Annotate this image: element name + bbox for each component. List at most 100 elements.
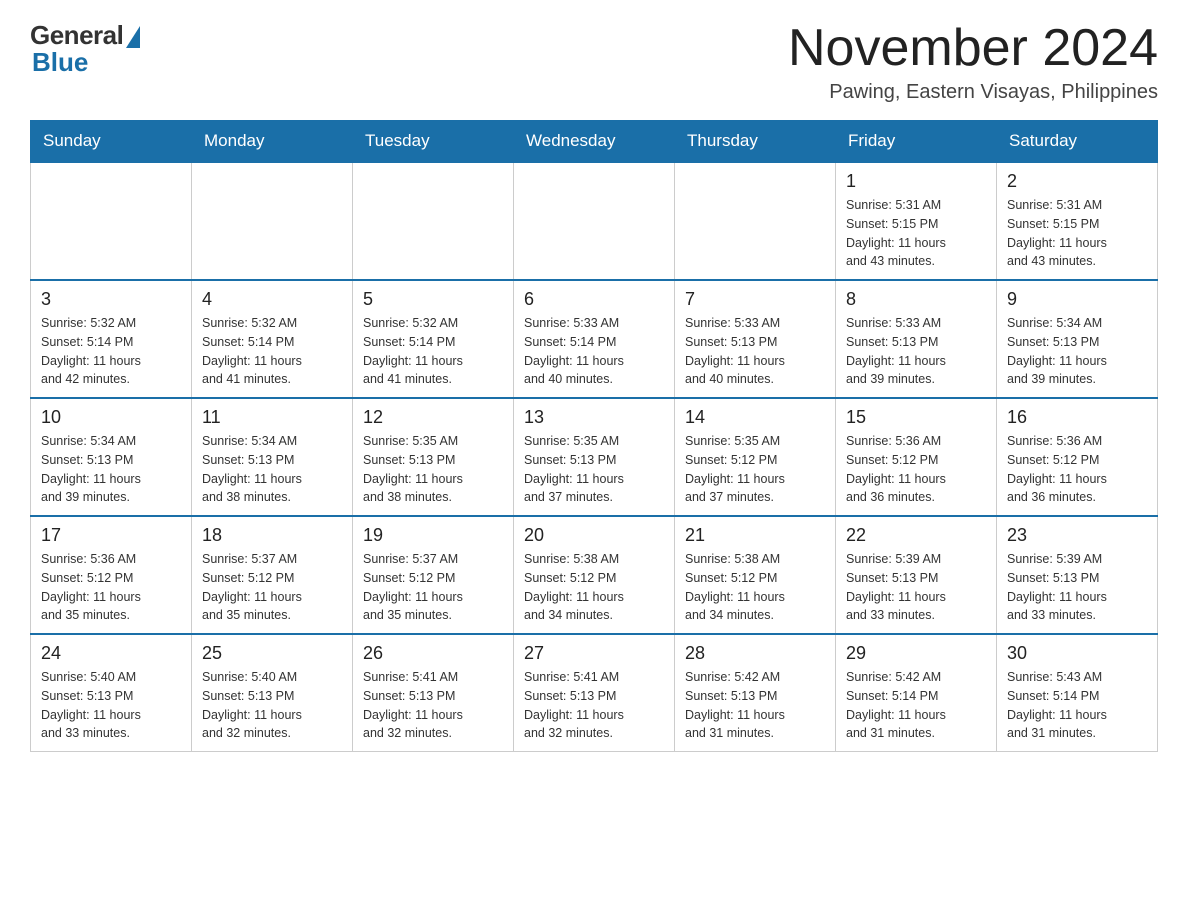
- day-info: Sunrise: 5:32 AM Sunset: 5:14 PM Dayligh…: [363, 314, 503, 389]
- calendar-cell: 20 Sunrise: 5:38 AM Sunset: 5:12 PM Dayli…: [514, 516, 675, 634]
- day-number: 6: [524, 289, 664, 310]
- day-info: Sunrise: 5:42 AM Sunset: 5:13 PM Dayligh…: [685, 668, 825, 743]
- day-info: Sunrise: 5:39 AM Sunset: 5:13 PM Dayligh…: [846, 550, 986, 625]
- calendar-header-row: SundayMondayTuesdayWednesdayThursdayFrid…: [31, 121, 1158, 163]
- day-info: Sunrise: 5:40 AM Sunset: 5:13 PM Dayligh…: [202, 668, 342, 743]
- day-info: Sunrise: 5:41 AM Sunset: 5:13 PM Dayligh…: [524, 668, 664, 743]
- calendar-cell: [31, 162, 192, 280]
- title-block: November 2024 Pawing, Eastern Visayas, P…: [788, 20, 1158, 104]
- day-number: 7: [685, 289, 825, 310]
- calendar-cell: 30 Sunrise: 5:43 AM Sunset: 5:14 PM Dayli…: [997, 634, 1158, 752]
- day-number: 27: [524, 643, 664, 664]
- day-number: 11: [202, 407, 342, 428]
- column-header-wednesday: Wednesday: [514, 121, 675, 163]
- day-number: 12: [363, 407, 503, 428]
- calendar-cell: 7 Sunrise: 5:33 AM Sunset: 5:13 PM Daylig…: [675, 280, 836, 398]
- column-header-sunday: Sunday: [31, 121, 192, 163]
- day-number: 1: [846, 171, 986, 192]
- calendar-cell: 2 Sunrise: 5:31 AM Sunset: 5:15 PM Daylig…: [997, 162, 1158, 280]
- day-number: 15: [846, 407, 986, 428]
- week-row-2: 3 Sunrise: 5:32 AM Sunset: 5:14 PM Daylig…: [31, 280, 1158, 398]
- day-number: 22: [846, 525, 986, 546]
- day-info: Sunrise: 5:35 AM Sunset: 5:12 PM Dayligh…: [685, 432, 825, 507]
- page-header: General Blue November 2024 Pawing, Easte…: [30, 20, 1158, 104]
- logo: General Blue: [30, 20, 140, 78]
- day-info: Sunrise: 5:39 AM Sunset: 5:13 PM Dayligh…: [1007, 550, 1147, 625]
- calendar-cell: 8 Sunrise: 5:33 AM Sunset: 5:13 PM Daylig…: [836, 280, 997, 398]
- calendar-cell: 21 Sunrise: 5:38 AM Sunset: 5:12 PM Dayli…: [675, 516, 836, 634]
- calendar-cell: 19Sunrise: 5:37 AM Sunset: 5:12 PM Dayli…: [353, 516, 514, 634]
- calendar-cell: 23Sunrise: 5:39 AM Sunset: 5:13 PM Dayli…: [997, 516, 1158, 634]
- day-info: Sunrise: 5:42 AM Sunset: 5:14 PM Dayligh…: [846, 668, 986, 743]
- day-number: 30: [1007, 643, 1147, 664]
- day-info: Sunrise: 5:33 AM Sunset: 5:13 PM Dayligh…: [685, 314, 825, 389]
- calendar-cell: 14Sunrise: 5:35 AM Sunset: 5:12 PM Dayli…: [675, 398, 836, 516]
- day-number: 8: [846, 289, 986, 310]
- day-info: Sunrise: 5:38 AM Sunset: 5:12 PM Dayligh…: [524, 550, 664, 625]
- calendar-cell: 3 Sunrise: 5:32 AM Sunset: 5:14 PM Daylig…: [31, 280, 192, 398]
- day-info: Sunrise: 5:38 AM Sunset: 5:12 PM Dayligh…: [685, 550, 825, 625]
- day-info: Sunrise: 5:31 AM Sunset: 5:15 PM Dayligh…: [846, 196, 986, 271]
- day-info: Sunrise: 5:32 AM Sunset: 5:14 PM Dayligh…: [41, 314, 181, 389]
- calendar-cell: [675, 162, 836, 280]
- calendar-cell: 26 Sunrise: 5:41 AM Sunset: 5:13 PM Dayli…: [353, 634, 514, 752]
- calendar-cell: 24Sunrise: 5:40 AM Sunset: 5:13 PM Dayli…: [31, 634, 192, 752]
- location-text: Pawing, Eastern Visayas, Philippines: [788, 81, 1158, 104]
- week-row-3: 10 Sunrise: 5:34 AM Sunset: 5:13 PM Dayli…: [31, 398, 1158, 516]
- day-info: Sunrise: 5:34 AM Sunset: 5:13 PM Dayligh…: [202, 432, 342, 507]
- calendar-cell: 17 Sunrise: 5:36 AM Sunset: 5:12 PM Dayli…: [31, 516, 192, 634]
- calendar-cell: [353, 162, 514, 280]
- calendar-table: SundayMondayTuesdayWednesdayThursdayFrid…: [30, 120, 1158, 752]
- day-number: 26: [363, 643, 503, 664]
- calendar-cell: 18 Sunrise: 5:37 AM Sunset: 5:12 PM Dayli…: [192, 516, 353, 634]
- day-info: Sunrise: 5:43 AM Sunset: 5:14 PM Dayligh…: [1007, 668, 1147, 743]
- day-info: Sunrise: 5:36 AM Sunset: 5:12 PM Dayligh…: [846, 432, 986, 507]
- day-info: Sunrise: 5:37 AM Sunset: 5:12 PM Dayligh…: [202, 550, 342, 625]
- week-row-4: 17 Sunrise: 5:36 AM Sunset: 5:12 PM Dayli…: [31, 516, 1158, 634]
- day-info: Sunrise: 5:41 AM Sunset: 5:13 PM Dayligh…: [363, 668, 503, 743]
- day-number: 4: [202, 289, 342, 310]
- calendar-cell: 10Sunrise: 5:34 AM Sunset: 5:13 PM Dayli…: [31, 398, 192, 516]
- column-header-thursday: Thursday: [675, 121, 836, 163]
- day-info: Sunrise: 5:31 AM Sunset: 5:15 PM Dayligh…: [1007, 196, 1147, 271]
- day-number: 20: [524, 525, 664, 546]
- calendar-cell: 15 Sunrise: 5:36 AM Sunset: 5:12 PM Dayli…: [836, 398, 997, 516]
- calendar-cell: 13 Sunrise: 5:35 AM Sunset: 5:13 PM Dayli…: [514, 398, 675, 516]
- day-number: 29: [846, 643, 986, 664]
- day-number: 25: [202, 643, 342, 664]
- column-header-tuesday: Tuesday: [353, 121, 514, 163]
- day-number: 2: [1007, 171, 1147, 192]
- week-row-5: 24 Sunrise: 5:40 AM Sunset: 5:13 PM Dayli…: [31, 634, 1158, 752]
- day-number: 17: [41, 525, 181, 546]
- day-number: 9: [1007, 289, 1147, 310]
- calendar-cell: 25 Sunrise: 5:40 AM Sunset: 5:13 PM Dayli…: [192, 634, 353, 752]
- week-row-1: 1 Sunrise: 5:31 AM Sunset: 5:15 PM Daylig…: [31, 162, 1158, 280]
- calendar-cell: 4 Sunrise: 5:32 AM Sunset: 5:14 PM Daylig…: [192, 280, 353, 398]
- day-number: 10: [41, 407, 181, 428]
- day-info: Sunrise: 5:36 AM Sunset: 5:12 PM Dayligh…: [1007, 432, 1147, 507]
- day-number: 18: [202, 525, 342, 546]
- logo-triangle-icon: [126, 26, 140, 48]
- day-number: 21: [685, 525, 825, 546]
- calendar-cell: [514, 162, 675, 280]
- day-info: Sunrise: 5:36 AM Sunset: 5:12 PM Dayligh…: [41, 550, 181, 625]
- day-info: Sunrise: 5:32 AM Sunset: 5:14 PM Dayligh…: [202, 314, 342, 389]
- day-info: Sunrise: 5:35 AM Sunset: 5:13 PM Dayligh…: [524, 432, 664, 507]
- calendar-cell: 9Sunrise: 5:34 AM Sunset: 5:13 PM Daylig…: [997, 280, 1158, 398]
- day-number: 13: [524, 407, 664, 428]
- month-title: November 2024: [788, 20, 1158, 77]
- day-number: 28: [685, 643, 825, 664]
- calendar-cell: 12Sunrise: 5:35 AM Sunset: 5:13 PM Dayli…: [353, 398, 514, 516]
- calendar-cell: 22 Sunrise: 5:39 AM Sunset: 5:13 PM Dayli…: [836, 516, 997, 634]
- calendar-cell: [192, 162, 353, 280]
- calendar-cell: 16 Sunrise: 5:36 AM Sunset: 5:12 PM Dayli…: [997, 398, 1158, 516]
- day-number: 16: [1007, 407, 1147, 428]
- day-number: 24: [41, 643, 181, 664]
- calendar-cell: 5Sunrise: 5:32 AM Sunset: 5:14 PM Daylig…: [353, 280, 514, 398]
- column-header-friday: Friday: [836, 121, 997, 163]
- calendar-cell: 29 Sunrise: 5:42 AM Sunset: 5:14 PM Dayli…: [836, 634, 997, 752]
- day-info: Sunrise: 5:33 AM Sunset: 5:14 PM Dayligh…: [524, 314, 664, 389]
- day-number: 3: [41, 289, 181, 310]
- calendar-cell: 6 Sunrise: 5:33 AM Sunset: 5:14 PM Daylig…: [514, 280, 675, 398]
- day-info: Sunrise: 5:33 AM Sunset: 5:13 PM Dayligh…: [846, 314, 986, 389]
